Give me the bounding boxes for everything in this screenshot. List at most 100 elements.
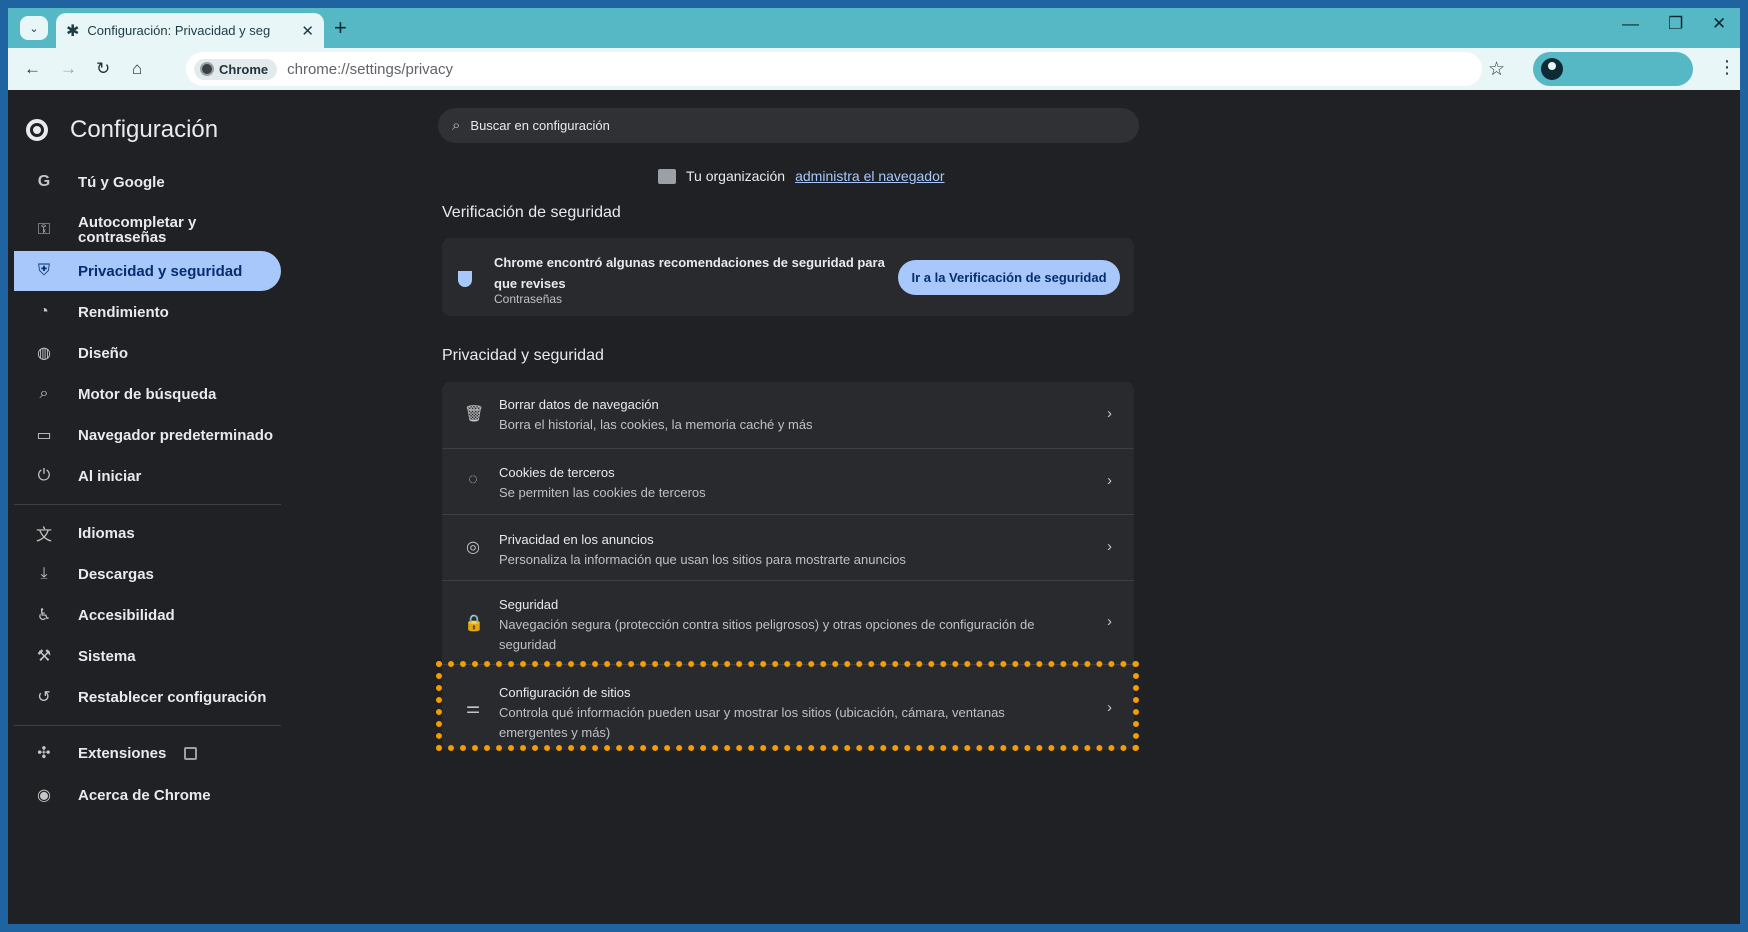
sidebar-item-system[interactable]: ⚒ Sistema <box>14 636 281 676</box>
row-title: Cookies de terceros <box>499 465 615 480</box>
lock-icon: 🔒 <box>464 615 484 632</box>
row-subtitle: Controla qué información pueden usar y m… <box>499 705 1005 740</box>
sidebar-item-accessibility[interactable]: ♿ Accesibilidad <box>14 595 281 635</box>
site-chip[interactable]: Chrome <box>194 58 278 80</box>
accessibility-icon: ♿ <box>36 607 52 624</box>
row-subtitle: Se permiten las cookies de terceros <box>499 485 706 500</box>
safety-check-subtitle: Contraseñas <box>494 292 563 306</box>
safety-check-card: Chrome encontró algunas recomendaciones … <box>442 238 1134 316</box>
safety-check-heading: Verificación de seguridad <box>442 204 621 221</box>
chevron-right-icon: › <box>1107 613 1112 630</box>
chrome-icon <box>200 62 214 76</box>
sidebar-item-label: Rendimiento <box>78 303 169 321</box>
page-title: Configuración <box>70 116 219 143</box>
power-icon: ⏻ <box>37 467 51 484</box>
row-title: Configuración de sitios <box>499 685 631 700</box>
forward-icon[interactable]: → <box>60 58 77 80</box>
url-text: chrome://settings/privacy <box>287 60 454 78</box>
sidebar-item-reset[interactable]: ↺ Restablecer configuración <box>14 677 281 717</box>
sidebar-item-label: Al iniciar <box>78 467 142 485</box>
managed-link[interactable]: administra el navegador <box>795 168 944 184</box>
maximize-button[interactable]: ❐ <box>1668 14 1683 34</box>
sidebar-item-label: Diseño <box>78 344 129 362</box>
address-bar[interactable]: Chrome chrome://settings/privacy <box>186 52 1482 86</box>
sidebar-item-label: Sistema <box>78 647 136 665</box>
download-icon: ⤓ <box>40 565 48 582</box>
tune-icon: ⚌ <box>465 700 481 717</box>
search-icon: ⌕ <box>39 385 49 402</box>
chrome-logo-icon <box>26 119 48 141</box>
translate-icon: 文 <box>35 527 52 544</box>
sidebar-item-label: Autocompletar y contraseñas <box>78 214 197 246</box>
wrench-icon: ⚒ <box>36 648 52 665</box>
sidebar-item-downloads[interactable]: ⤓ Descargas <box>14 554 281 594</box>
sidebar-item-search-engine[interactable]: ⌕ Motor de búsqueda <box>14 374 281 414</box>
tab-title: Configuración: Privacidad y seg <box>87 23 271 38</box>
sidebar-item-label: Motor de búsqueda <box>78 385 217 403</box>
privacy-heading: Privacidad y seguridad <box>442 347 604 364</box>
toolbar: ← → ↻ ⌂ Chrome chrome://settings/privacy… <box>8 48 1740 90</box>
building-icon <box>658 168 676 184</box>
external-link-icon <box>184 747 198 761</box>
puzzle-icon: ✣ <box>37 745 51 762</box>
close-window-button[interactable]: ✕ <box>1712 14 1726 34</box>
palette-icon: ◍ <box>37 345 51 362</box>
privacy-row-site-settings[interactable]: ⚌ Configuración de sitios Controla qué i… <box>442 664 1134 750</box>
shield-icon <box>458 271 472 287</box>
ads-icon: ◎ <box>466 539 480 556</box>
row-title: Seguridad <box>499 597 559 612</box>
sidebar-item-label: Acerca de Chrome <box>78 786 211 804</box>
gauge-icon: ◔ <box>39 303 49 320</box>
privacy-row-security[interactable]: 🔒 Seguridad Navegación segura (protecció… <box>442 580 1134 664</box>
sidebar-item-languages[interactable]: 文 Idiomas <box>14 513 281 553</box>
sidebar-item-default-browser[interactable]: ▭ Navegador predeterminado <box>14 415 281 455</box>
tab-settings[interactable]: ✱ Configuración: Privacidad y seg ✕ <box>56 13 324 48</box>
sidebar-item-extensions-wrap: Extensiones <box>78 746 198 761</box>
sidebar-item-label: Accesibilidad <box>78 606 175 624</box>
privacy-row-ad-privacy[interactable]: ◎ Privacidad en los anuncios Personaliza… <box>442 514 1134 580</box>
sidebar-item-on-startup[interactable]: ⏻ Al iniciar <box>14 456 281 496</box>
sidebar-item-label: Idiomas <box>78 524 135 542</box>
sidebar-item-extensions[interactable]: ✣ Extensiones <box>14 733 281 773</box>
sidebar-item-label: Privacidad y seguridad <box>78 262 243 280</box>
sidebar-divider <box>14 725 281 726</box>
chrome-icon: ◉ <box>37 787 51 804</box>
settings-header: Configuración <box>26 116 218 144</box>
chevron-right-icon: › <box>1107 538 1112 555</box>
row-subtitle: Borra el historial, las cookies, la memo… <box>499 417 813 432</box>
back-icon[interactable]: ← <box>24 58 41 80</box>
sidebar-item-autofill[interactable]: ⚿ Autocompletar y contraseñas <box>14 210 281 250</box>
sidebar-item-label: Restablecer configuración <box>78 688 267 706</box>
privacy-row-third-party-cookies[interactable]: ◌ Cookies de terceros Se permiten las co… <box>442 448 1134 514</box>
menu-kebab-icon[interactable]: ⋮ <box>1718 57 1736 78</box>
chevron-right-icon: › <box>1107 699 1112 716</box>
safety-check-title: Chrome encontró algunas recomendaciones … <box>494 255 885 291</box>
bookmark-star-icon[interactable]: ☆ <box>1488 58 1505 81</box>
tab-search-button[interactable]: ⌄ <box>20 16 48 40</box>
row-title: Borrar datos de navegación <box>499 397 659 412</box>
sidebar-item-appearance[interactable]: ◍ Diseño <box>14 333 281 373</box>
chip-label: Chrome <box>219 61 269 77</box>
safety-check-button[interactable]: Ir a la Verificación de seguridad <box>898 260 1120 295</box>
chevron-right-icon: › <box>1107 405 1112 422</box>
sidebar-item-label: Navegador predeterminado <box>78 426 274 444</box>
settings-search-input[interactable]: ⌕ Buscar en configuración <box>438 108 1139 143</box>
minimize-button[interactable]: — <box>1622 14 1639 34</box>
sidebar-item-performance[interactable]: ◔ Rendimiento <box>14 292 281 332</box>
sidebar-item-label: Tú y Google <box>78 173 165 191</box>
privacy-row-clear-data[interactable]: 🗑 Borrar datos de navegación Borra el hi… <box>442 382 1134 448</box>
managed-notice: Tu organización administra el navegador <box>658 168 945 184</box>
sidebar-item-about-chrome[interactable]: ◉ Acerca de Chrome <box>14 775 281 815</box>
cookie-icon: ◌ <box>468 471 478 488</box>
search-icon: ⌕ <box>452 117 461 134</box>
new-tab-button[interactable]: + <box>334 16 347 40</box>
sidebar-item-privacy[interactable]: ⛨ Privacidad y seguridad <box>14 251 281 291</box>
profile-button[interactable] <box>1533 52 1693 86</box>
sidebar-item-you-and-google[interactable]: G Tú y Google <box>14 162 281 202</box>
close-icon[interactable]: ✕ <box>301 22 314 40</box>
reset-icon: ↺ <box>37 689 51 706</box>
reload-icon[interactable]: ↻ <box>96 58 110 80</box>
key-icon: ⚿ <box>37 221 51 238</box>
google-g-icon: G <box>37 173 51 190</box>
home-icon[interactable]: ⌂ <box>132 58 142 80</box>
